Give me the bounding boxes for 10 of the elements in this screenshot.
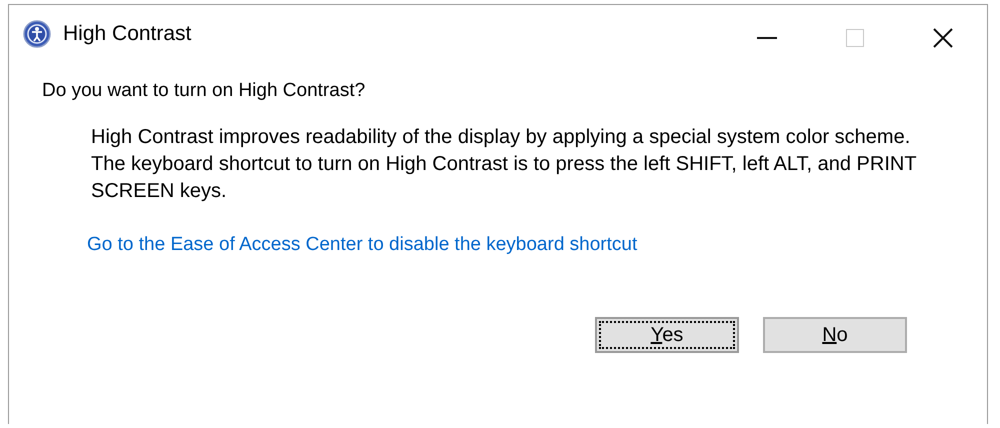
accessibility-icon (23, 20, 51, 48)
question-text: Do you want to turn on High Contrast? (42, 79, 366, 103)
dialog-button[interactable]: Yes (595, 317, 739, 353)
window-title: High Contrast (63, 21, 192, 48)
ease-of-access-link[interactable]: Go to the Ease of Access Center to disable the keyboard shortcut (87, 230, 638, 259)
description-text: High Contrast improves readability of the display by applying a special system color scheme. The keyboard shortcut to turn on High Contrast is to press the left SHIFT, left ALT, and PRINT SCREEN keys. (91, 124, 918, 204)
maximize-icon (846, 29, 864, 47)
minimize-icon (757, 37, 777, 39)
close-icon (933, 28, 953, 48)
dialog-button[interactable]: No (763, 317, 907, 353)
